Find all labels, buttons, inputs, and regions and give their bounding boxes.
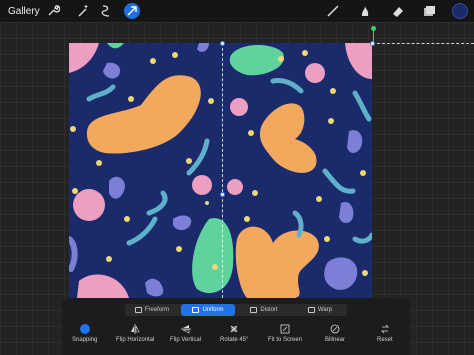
transform-handle-middle[interactable]	[220, 192, 225, 197]
mode-uniform[interactable]: Uniform	[181, 304, 235, 316]
transform-mode-selector: Freeform Uniform Distort Warp	[125, 304, 347, 316]
rotation-handle[interactable]	[371, 26, 376, 31]
mode-freeform[interactable]: Freeform	[125, 304, 179, 316]
reset-label: Reset	[377, 337, 393, 343]
snapping-icon	[79, 324, 90, 334]
brush-icon[interactable]	[325, 3, 341, 19]
snapping-button[interactable]: Snapping	[72, 324, 97, 343]
magic-wand-icon[interactable]	[75, 3, 91, 19]
freeform-icon	[134, 307, 142, 313]
mode-freeform-label: Freeform	[144, 307, 170, 313]
transform-panel: Freeform Uniform Distort Warp Snapping F…	[62, 298, 410, 355]
transform-arrow-icon[interactable]	[124, 3, 140, 19]
mode-uniform-label: Uniform	[202, 307, 224, 313]
rotate-icon	[230, 325, 238, 333]
flip-horizontal-icon	[131, 324, 140, 334]
eraser-icon[interactable]	[390, 3, 406, 19]
snapping-label: Snapping	[72, 337, 98, 343]
horizontal-guide	[372, 43, 474, 44]
mode-distort-label: Distort	[260, 307, 278, 313]
uniform-icon	[192, 307, 200, 313]
flip-vertical-icon	[180, 325, 191, 334]
artwork-canvas[interactable]	[69, 43, 372, 298]
flip-horizontal-button[interactable]: Flip Horizontal	[116, 324, 154, 343]
flip-vertical-label: Flip Vertical	[170, 337, 202, 343]
vertical-guide	[222, 43, 223, 298]
distort-icon	[250, 307, 258, 313]
wrench-icon[interactable]	[45, 3, 61, 19]
flip-horizontal-label: Flip Horizontal	[116, 337, 155, 343]
mode-warp-label: Warp	[317, 307, 333, 313]
bilinear-icon	[330, 324, 340, 334]
layers-icon[interactable]	[421, 3, 437, 19]
bilinear-button[interactable]: Bilinear	[325, 324, 345, 343]
smudge-icon[interactable]	[357, 3, 373, 19]
transform-handle-top-right[interactable]	[370, 41, 375, 46]
flip-vertical-button[interactable]: Flip Vertical	[170, 324, 201, 343]
mode-distort[interactable]: Distort	[237, 304, 291, 316]
pattern-artwork	[69, 43, 372, 298]
rotate-45-label: Rotate 45°	[220, 337, 249, 343]
rotate-45-button[interactable]: Rotate 45°	[220, 324, 248, 343]
selection-icon[interactable]	[98, 3, 114, 19]
reset-button[interactable]: Reset	[377, 324, 393, 343]
warp-icon	[307, 307, 315, 313]
color-swatch[interactable]	[452, 3, 468, 19]
transform-handle-top[interactable]	[220, 41, 225, 46]
fit-to-screen-label: Fit to Screen	[268, 337, 303, 343]
reset-icon	[380, 324, 389, 334]
top-toolbar: Gallery	[0, 0, 474, 22]
gallery-button[interactable]: Gallery	[8, 6, 40, 17]
transform-actions: Snapping Flip Horizontal Flip Vertical R…	[62, 324, 410, 352]
fit-to-screen-icon	[280, 324, 290, 334]
mode-warp[interactable]: Warp	[293, 304, 347, 316]
fit-to-screen-button[interactable]: Fit to Screen	[268, 324, 302, 343]
bilinear-label: Bilinear	[325, 337, 346, 343]
